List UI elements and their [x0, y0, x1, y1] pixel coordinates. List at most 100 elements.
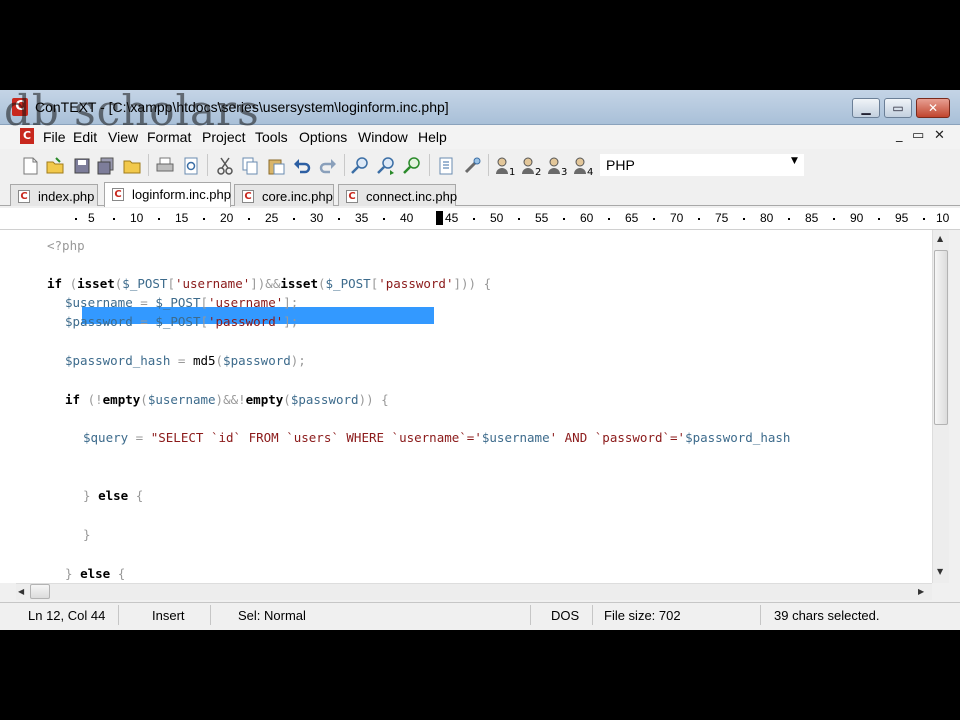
ruler-tick-label: 5: [88, 211, 95, 225]
scroll-left-icon[interactable]: ◀: [18, 587, 24, 596]
insert-mode: Insert: [152, 608, 185, 623]
horizontal-scroll-thumb[interactable]: [30, 584, 50, 599]
ruler-tick-label: 55: [535, 211, 549, 225]
open-file-icon[interactable]: [45, 156, 65, 176]
user-exec-3-icon[interactable]: 3: [546, 156, 570, 178]
ruler-tick-label: 50: [490, 211, 504, 225]
vertical-scroll-thumb[interactable]: [934, 250, 948, 425]
ruler-tick-label: 65: [625, 211, 639, 225]
ruler-tick-label: 10: [130, 211, 144, 225]
redo-icon[interactable]: [318, 156, 338, 176]
save-all-icon[interactable]: [96, 156, 116, 176]
user-exec-2-icon[interactable]: 2: [520, 156, 544, 178]
context-editor-window: C ConTEXT - [C:\xampp\htdocs\series\user…: [0, 90, 960, 630]
ruler-tick-label: 95: [895, 211, 909, 225]
chevron-down-icon[interactable]: ▼: [791, 156, 798, 166]
code-line: if (!empty($username)&&!empty($password)…: [65, 392, 389, 407]
menu-file[interactable]: File: [43, 129, 66, 145]
new-file-icon[interactable]: [20, 156, 40, 176]
print-icon[interactable]: [155, 156, 175, 176]
toolbar-separator: [488, 154, 489, 176]
scroll-right-icon[interactable]: ▶: [918, 587, 924, 596]
ruler-tick-label: 30: [310, 211, 324, 225]
user-exec-1-icon[interactable]: 1: [494, 156, 518, 178]
php-file-icon: C: [112, 188, 124, 201]
toolbar-separator: [429, 154, 430, 176]
file-size: File size: 702: [604, 608, 681, 623]
ruler-tick-label: 70: [670, 211, 684, 225]
language-select[interactable]: PHP: [600, 154, 804, 176]
document-close-button[interactable]: ✕: [934, 128, 945, 143]
menu-format[interactable]: Format: [147, 129, 191, 145]
toolbar-separator: [344, 154, 345, 176]
ruler-tick-label: 80: [760, 211, 774, 225]
code-line: $username = $_POST['username'];: [65, 295, 299, 310]
code-line: if (isset($_POST['username'])&&isset($_P…: [47, 276, 492, 291]
restore-button[interactable]: ▭: [884, 98, 912, 118]
menu-view[interactable]: View: [108, 129, 138, 145]
tab-label: index.php: [38, 189, 95, 204]
find-next-icon[interactable]: [376, 156, 396, 176]
paste-icon[interactable]: [266, 156, 286, 176]
php-file-icon: C: [346, 190, 358, 203]
selection-mode: Sel: Normal: [238, 608, 306, 623]
menu-help[interactable]: Help: [418, 129, 447, 145]
tab-index-php[interactable]: C index.php: [10, 184, 98, 206]
code-line: $query = "SELECT `id` FROM `users` WHERE…: [83, 430, 791, 445]
document-restore-button[interactable]: ▭: [912, 128, 924, 143]
find-icon[interactable]: [350, 156, 370, 176]
horizontal-scrollbar[interactable]: [16, 583, 932, 600]
svg-text:3: 3: [561, 167, 567, 176]
user-exec-4-icon[interactable]: 4: [572, 156, 596, 178]
line-endings: DOS: [551, 608, 580, 623]
menu-project[interactable]: Project: [202, 129, 246, 145]
document-minimize-button[interactable]: _: [896, 128, 903, 143]
ruler-tick-label: 35: [355, 211, 369, 225]
ruler-tick-label: 10: [936, 211, 950, 225]
document-icon[interactable]: C: [20, 128, 34, 144]
app-logo-icon: C: [12, 98, 28, 116]
ruler-tick-label: 85: [805, 211, 819, 225]
save-icon[interactable]: [72, 156, 92, 176]
editor-gutter: [0, 230, 38, 583]
file-properties-icon[interactable]: [436, 156, 456, 176]
ruler-tick-label: 25: [265, 211, 279, 225]
toolbar-separator: [148, 154, 149, 176]
menu-window[interactable]: Window: [358, 129, 408, 145]
tab-connect-inc-php[interactable]: C connect.inc.php: [338, 184, 457, 206]
replace-icon[interactable]: [402, 156, 422, 176]
print-preview-icon[interactable]: [181, 156, 201, 176]
tab-loginform-inc-php[interactable]: C loginform.inc.php: [104, 182, 231, 207]
cursor-position: Ln 12, Col 44: [28, 608, 106, 623]
php-file-icon: C: [242, 190, 254, 203]
settings-icon[interactable]: [462, 156, 482, 176]
ruler-cursor-marker: [436, 211, 443, 225]
menu-tools[interactable]: Tools: [255, 129, 288, 145]
close-button[interactable]: ✕: [916, 98, 950, 118]
code-line: }: [83, 527, 91, 542]
code-line: } else {: [83, 488, 144, 503]
open-folder-icon[interactable]: [122, 156, 142, 176]
window-title: ConTEXT - [C:\xampp\htdocs\series\usersy…: [35, 99, 449, 115]
menu-bar: [0, 125, 960, 149]
toolbar-separator: [207, 154, 208, 176]
minimize-button[interactable]: ▁: [852, 98, 880, 118]
ruler-tick-label: 15: [175, 211, 189, 225]
scroll-up-icon[interactable]: ▲: [937, 234, 943, 243]
copy-icon[interactable]: [240, 156, 260, 176]
cut-icon[interactable]: [215, 156, 235, 176]
tab-label: loginform.inc.php: [132, 187, 231, 202]
ruler-tick-label: 75: [715, 211, 729, 225]
scroll-down-icon[interactable]: ▼: [937, 567, 943, 576]
tab-label: core.inc.php: [262, 189, 333, 204]
menu-options[interactable]: Options: [299, 129, 347, 145]
undo-icon[interactable]: [292, 156, 312, 176]
selection-count: 39 chars selected.: [774, 608, 880, 623]
column-ruler: 5 10 15 20 25 30 35 40 45 50 55 60 65 70…: [0, 208, 960, 230]
svg-text:4: 4: [587, 167, 593, 176]
code-line: } else {: [65, 566, 126, 581]
tab-core-inc-php[interactable]: C core.inc.php: [234, 184, 334, 206]
menu-edit[interactable]: Edit: [73, 129, 97, 145]
code-line: $password = $_POST['password'];: [65, 314, 299, 329]
ruler-tick-label: 60: [580, 211, 594, 225]
